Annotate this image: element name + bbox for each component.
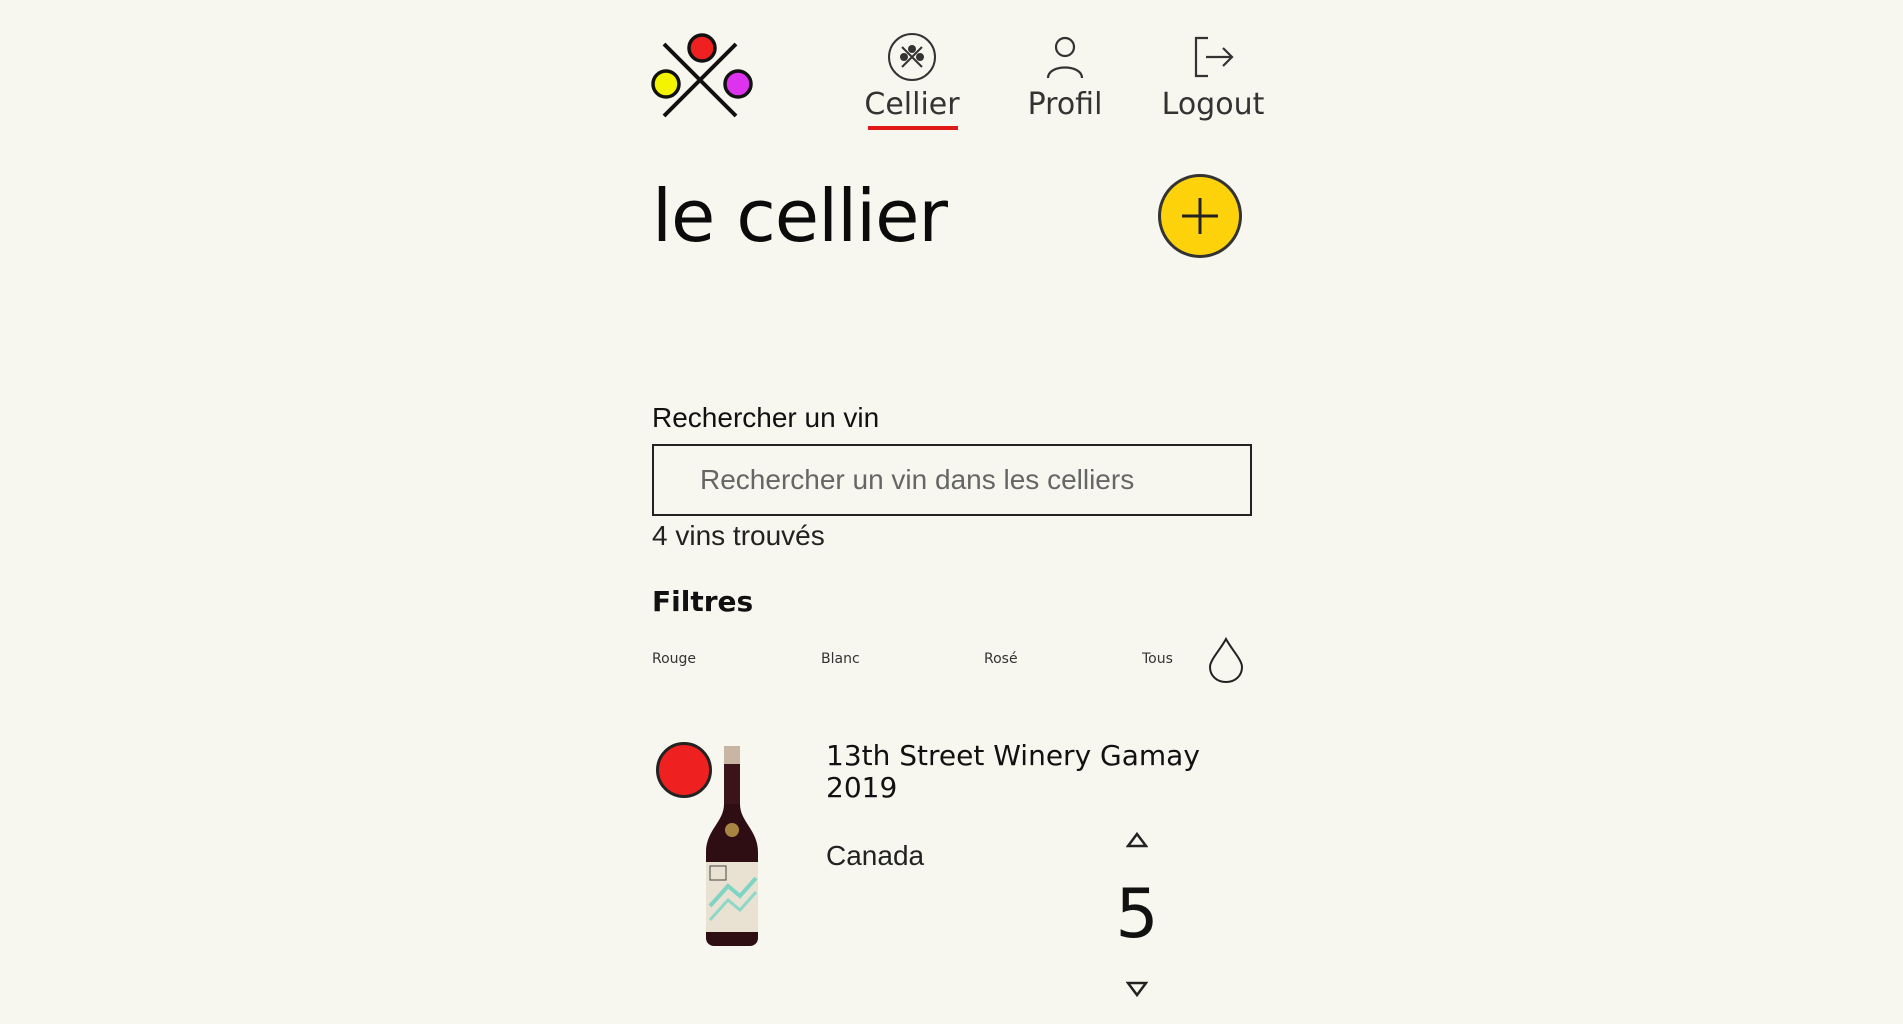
user-icon <box>1046 36 1084 79</box>
filter-blanc[interactable]: Blanc <box>821 651 860 667</box>
plus-icon <box>1182 198 1218 234</box>
nav-active-indicator <box>868 126 958 130</box>
page-title: le cellier <box>652 174 948 258</box>
wine-country: Canada <box>826 840 925 871</box>
nav-label-profil: Profil <box>1027 87 1103 122</box>
add-wine-button[interactable] <box>1158 174 1242 258</box>
filter-rouge[interactable]: Rouge <box>652 651 696 667</box>
page: Cellier Profil Logout le cellier Recherc… <box>0 0 1903 1024</box>
results-count: 4 vins trouvés <box>652 520 825 551</box>
cellar-icon <box>888 33 936 81</box>
logout-icon <box>1194 36 1234 78</box>
wine-quantity: 5 <box>1115 875 1159 954</box>
nav-item-logout[interactable]: Logout <box>1143 32 1283 122</box>
quantity-increase-icon[interactable] <box>1126 831 1148 849</box>
wine-type-indicator <box>656 742 712 798</box>
search-label: Rechercher un vin <box>652 402 880 433</box>
quantity-decrease-icon[interactable] <box>1126 980 1148 998</box>
logo-icon[interactable] <box>650 32 754 122</box>
filter-rose[interactable]: Rosé <box>984 651 1018 667</box>
nav-label-cellier: Cellier <box>864 87 960 122</box>
drop-icon[interactable] <box>1206 636 1246 684</box>
filter-tous[interactable]: Tous <box>1142 651 1173 667</box>
nav-label-logout: Logout <box>1161 87 1265 122</box>
search-input[interactable] <box>652 444 1252 516</box>
wine-name: 13th Street Winery Gamay 2019 <box>826 739 1200 804</box>
nav-item-profil[interactable]: Profil <box>1010 32 1120 122</box>
filters-title: Filtres <box>652 585 754 618</box>
nav-item-cellier[interactable]: Cellier <box>862 32 962 122</box>
